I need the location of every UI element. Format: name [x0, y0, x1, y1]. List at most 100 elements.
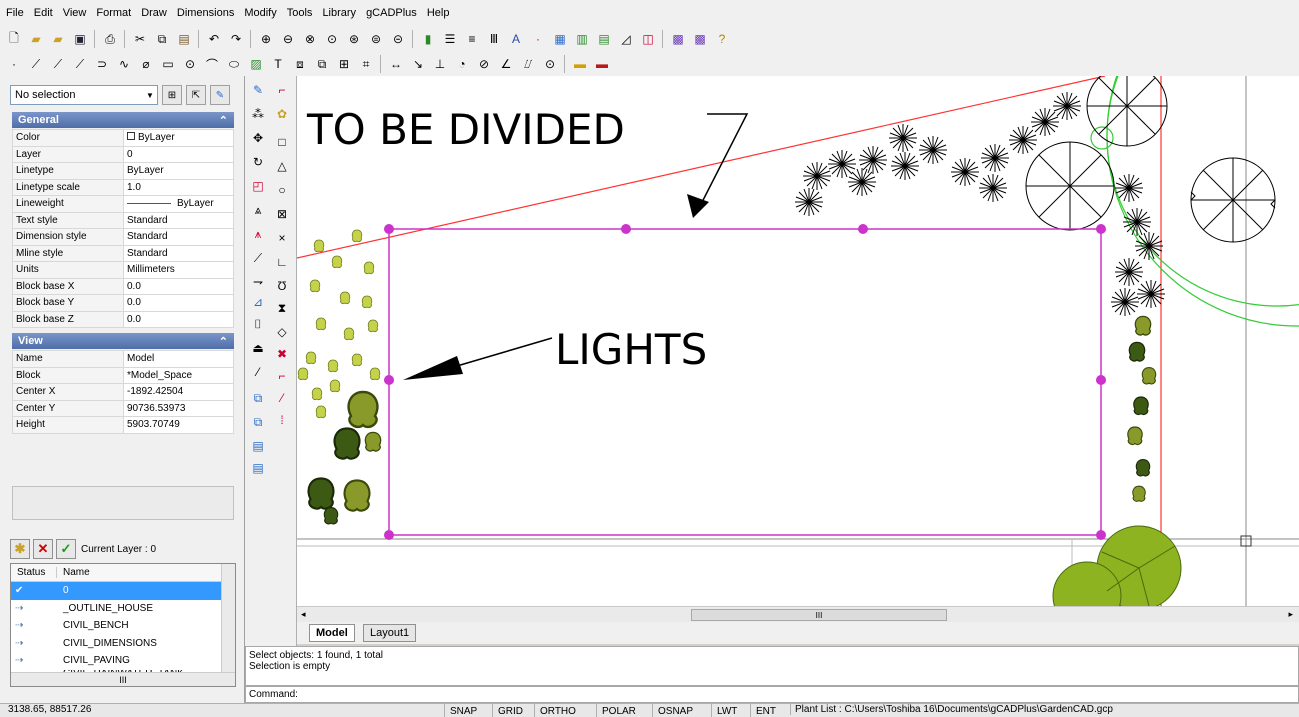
cut-icon[interactable]: ✂: [130, 30, 150, 48]
shrub-symbol[interactable]: [1114, 173, 1144, 203]
save-icon[interactable]: ▣: [70, 30, 90, 48]
menu-format[interactable]: Format: [96, 7, 131, 19]
redo-icon[interactable]: ↷: [226, 30, 246, 48]
arc-icon[interactable]: ⊃: [92, 55, 112, 73]
menu-file[interactable]: File: [6, 7, 24, 19]
triangle-shape-icon[interactable]: △: [272, 156, 292, 176]
layer-row[interactable]: ⇢ CIVIL_DIMENSIONS: [11, 635, 223, 653]
bring-front-icon[interactable]: ▤: [248, 436, 268, 456]
prop-row[interactable]: Mline style Standard: [12, 244, 234, 262]
prop-value[interactable]: ByLayer: [123, 162, 234, 180]
grip-handle[interactable]: [384, 530, 394, 540]
mirror-icon[interactable]: ⩓: [248, 200, 268, 220]
line-icon[interactable]: ⟋: [26, 55, 46, 73]
plant-symbol[interactable]: [363, 261, 375, 275]
prop-row[interactable]: Name Model: [12, 350, 234, 368]
shrub-symbol[interactable]: [888, 123, 918, 153]
zoom-extents-icon[interactable]: ⊛: [344, 30, 364, 48]
paste-icon[interactable]: ▤: [174, 30, 194, 48]
offset-icon[interactable]: ⩚: [248, 224, 268, 244]
trim-icon[interactable]: ⟋: [248, 248, 268, 268]
plant-symbol[interactable]: [307, 477, 335, 510]
prop-row[interactable]: Linetype ByLayer: [12, 162, 234, 180]
zoom-window-icon[interactable]: ⊙: [322, 30, 342, 48]
spline-icon[interactable]: ∿: [114, 55, 134, 73]
plant-symbol[interactable]: [351, 353, 363, 367]
layer-row[interactable]: ⇢ CIVIL_PAVING: [11, 652, 223, 670]
plant-symbol[interactable]: [1141, 367, 1157, 385]
circle-icon[interactable]: ⊙: [180, 55, 200, 73]
layer-status-icon[interactable]: ⇢: [11, 655, 57, 666]
grid-toggle[interactable]: GRID: [492, 704, 528, 717]
shrub-symbol[interactable]: [890, 151, 920, 181]
menu-dimensions[interactable]: Dimensions: [177, 7, 234, 19]
open-folder-icon[interactable]: ▰: [26, 30, 46, 48]
prop-row[interactable]: Center Y 90736.53973: [12, 399, 234, 417]
quick-select-icon[interactable]: ⊞: [162, 85, 182, 105]
plant-symbol[interactable]: [1135, 459, 1151, 477]
report-icon[interactable]: ▩: [690, 30, 710, 48]
plant-symbol[interactable]: [323, 507, 339, 525]
line-color-icon[interactable]: ▬: [570, 55, 590, 73]
erase-icon[interactable]: ✖: [272, 344, 292, 364]
menu-view[interactable]: View: [63, 7, 87, 19]
text-style-icon[interactable]: A: [506, 30, 526, 48]
prop-row[interactable]: Color ByLayer: [12, 129, 234, 147]
undo-icon[interactable]: ↶: [204, 30, 224, 48]
prop-value[interactable]: Model: [123, 350, 234, 368]
shrub-symbol[interactable]: [1114, 257, 1144, 287]
plant-symbol[interactable]: [309, 279, 321, 293]
snap-toggle[interactable]: SNAP: [444, 704, 482, 717]
drawing-svg[interactable]: TO BE DIVIDED LIGHTS: [297, 76, 1299, 606]
layer-row[interactable]: ✔ 0: [11, 582, 223, 600]
prop-value[interactable]: Standard: [123, 211, 234, 229]
boundary-line[interactable]: [297, 76, 1106, 259]
plant-symbol[interactable]: [329, 379, 341, 393]
rotate-icon[interactable]: ↻: [248, 152, 268, 172]
menu-library[interactable]: Library: [322, 7, 356, 19]
layer-list-horizontal-scrollbar[interactable]: III: [11, 672, 235, 686]
diameter-dim-icon[interactable]: ⊘: [474, 55, 494, 73]
extend-icon[interactable]: ⇁: [248, 272, 268, 292]
fillet-icon[interactable]: ⁄: [248, 362, 268, 382]
wall-icon[interactable]: ⌗: [356, 55, 376, 73]
radius-dim-icon[interactable]: ◔: [452, 55, 472, 73]
plant-symbol[interactable]: [369, 367, 381, 381]
polyline-icon[interactable]: ⟋: [48, 55, 68, 73]
layout-icon[interactable]: ▤: [594, 30, 614, 48]
prop-row[interactable]: Block *Model_Space: [12, 366, 234, 384]
layer-manager-icon[interactable]: ☰: [440, 30, 460, 48]
zoom-in-icon[interactable]: ⊕: [256, 30, 276, 48]
prop-value[interactable]: -1892.42504: [123, 383, 234, 401]
stretch-icon[interactable]: ⊿: [248, 292, 268, 312]
print-icon[interactable]: ⎙: [100, 30, 120, 48]
group-icon[interactable]: ⧉: [248, 412, 268, 432]
arc-draw-icon[interactable]: ⌒: [202, 55, 222, 73]
prop-row[interactable]: Linetype scale 1.0: [12, 178, 234, 196]
ray-icon[interactable]: ⟋: [70, 55, 90, 73]
leader-line[interactable]: [456, 337, 553, 367]
collapse-icon[interactable]: ⌃: [219, 114, 228, 127]
help-icon[interactable]: ?: [712, 30, 732, 48]
collapse-icon[interactable]: ⌃: [219, 335, 228, 348]
dot-grid-icon[interactable]: ⁞: [272, 410, 292, 430]
prop-value[interactable]: 5903.70749: [123, 416, 234, 434]
library-icon[interactable]: ▥: [572, 30, 592, 48]
set-current-layer-icon[interactable]: ✓: [56, 539, 76, 559]
grid-icon[interactable]: ▦: [550, 30, 570, 48]
tab-model[interactable]: Model: [309, 624, 355, 642]
lineweight-icon[interactable]: Ⅲ: [484, 30, 504, 48]
plant-symbol[interactable]: [311, 387, 323, 401]
break-icon[interactable]: ⌷: [248, 314, 268, 334]
layer-colors-icon[interactable]: ▮: [418, 30, 438, 48]
shrub-symbol[interactable]: [1030, 107, 1060, 137]
zoom-out-icon[interactable]: ⊖: [278, 30, 298, 48]
general-section-header[interactable]: General ⌃: [12, 112, 234, 128]
menu-tools[interactable]: Tools: [287, 7, 313, 19]
shrub-symbol[interactable]: [950, 157, 980, 187]
drawing-canvas[interactable]: TO BE DIVIDED LIGHTS: [297, 76, 1299, 606]
scroll-left-icon[interactable]: ◂: [301, 609, 306, 620]
annotation-lights[interactable]: LIGHTS: [555, 325, 707, 374]
prop-value[interactable]: 1.0: [123, 178, 234, 196]
plant-symbol[interactable]: [315, 405, 327, 419]
